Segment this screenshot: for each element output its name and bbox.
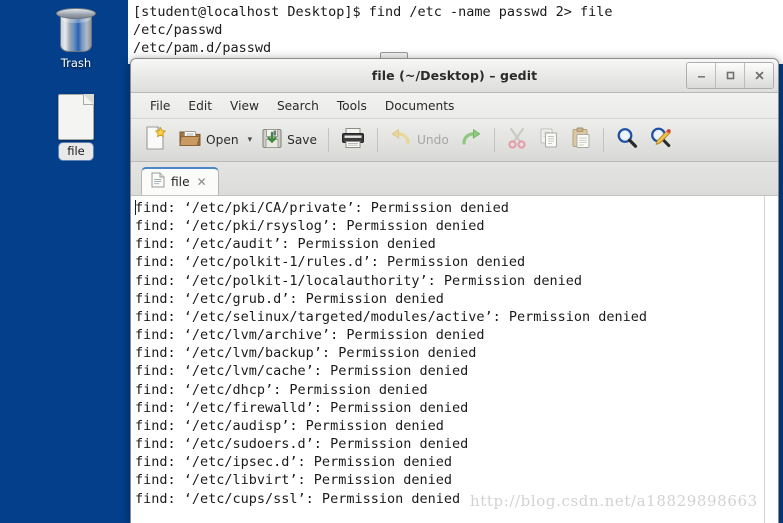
gedit-window[interactable]: file (~/Desktop) – gedit File Edit View [130, 58, 779, 523]
tab-strip: file ✕ [131, 162, 778, 196]
toolbar-separator-3 [493, 128, 495, 152]
menu-tools[interactable]: Tools [328, 97, 376, 115]
redo-arrow-icon [459, 128, 483, 152]
printer-icon [340, 127, 366, 153]
save-button[interactable]: Save [256, 124, 322, 156]
open-folder-icon [178, 127, 202, 153]
desktop-icon-trash-label: Trash [60, 56, 92, 70]
menubar: File Edit View Search Tools Documents [131, 93, 778, 119]
tab-file-label: file [171, 175, 190, 189]
menu-file[interactable]: File [141, 97, 179, 115]
minimize-button[interactable] [687, 63, 716, 88]
chevron-down-icon[interactable]: ▾ [244, 135, 257, 145]
document-scrollbar[interactable] [764, 196, 778, 523]
toolbar: Open ▾ Save Undo [131, 119, 778, 162]
titlebar[interactable]: file (~/Desktop) – gedit [131, 59, 778, 93]
close-button[interactable] [745, 63, 773, 88]
text-file-icon [151, 172, 165, 192]
desktop-icon-trash[interactable]: Trash [38, 2, 114, 70]
replace-button[interactable] [644, 124, 678, 156]
new-document-button[interactable] [139, 124, 173, 156]
menu-view[interactable]: View [221, 97, 268, 115]
find-button[interactable] [610, 124, 644, 156]
window-controls [686, 62, 774, 89]
undo-button[interactable]: Undo [384, 124, 454, 156]
terminal-window[interactable]: [student@localhost Desktop]$ find /etc -… [128, 0, 783, 64]
document-text[interactable]: find: ‘/etc/pki/CA/private’: Permission … [131, 196, 764, 523]
open-button-label: Open [206, 133, 239, 147]
cut-button[interactable] [501, 124, 533, 156]
tab-file[interactable]: file ✕ [141, 167, 219, 195]
menu-documents[interactable]: Documents [376, 97, 464, 115]
new-document-icon [144, 125, 168, 155]
redo-button[interactable] [454, 124, 488, 156]
copy-pages-icon [538, 127, 560, 153]
document-view[interactable]: find: ‘/etc/pki/CA/private’: Permission … [131, 196, 778, 523]
menu-search[interactable]: Search [268, 97, 328, 115]
find-replace-icon [649, 126, 673, 154]
magnifier-icon [615, 126, 639, 154]
open-button[interactable]: Open [173, 124, 244, 156]
save-disk-icon [261, 127, 283, 154]
toolbar-separator-1 [328, 128, 330, 152]
print-button[interactable] [335, 124, 371, 156]
trash-can-icon [38, 2, 114, 54]
desktop-icon-file[interactable]: file [38, 88, 114, 160]
maximize-button[interactable] [716, 63, 745, 88]
tab-close-icon[interactable]: ✕ [196, 176, 208, 188]
menu-edit[interactable]: Edit [179, 97, 221, 115]
window-title: file (~/Desktop) – gedit [371, 68, 538, 83]
toolbar-separator-2 [377, 128, 379, 152]
toolbar-separator-4 [602, 128, 604, 152]
desktop-icon-file-label: file [59, 143, 93, 160]
copy-button[interactable] [533, 124, 565, 156]
clipboard-icon [570, 127, 592, 153]
text-file-icon [38, 88, 114, 140]
paste-button[interactable] [565, 124, 597, 156]
save-button-label: Save [287, 133, 318, 147]
undo-button-label: Undo [417, 133, 449, 147]
terminal-output: [student@localhost Desktop]$ find /etc -… [133, 4, 613, 56]
scissors-icon [506, 127, 528, 153]
undo-arrow-icon [389, 128, 413, 152]
text-caret [135, 200, 136, 215]
